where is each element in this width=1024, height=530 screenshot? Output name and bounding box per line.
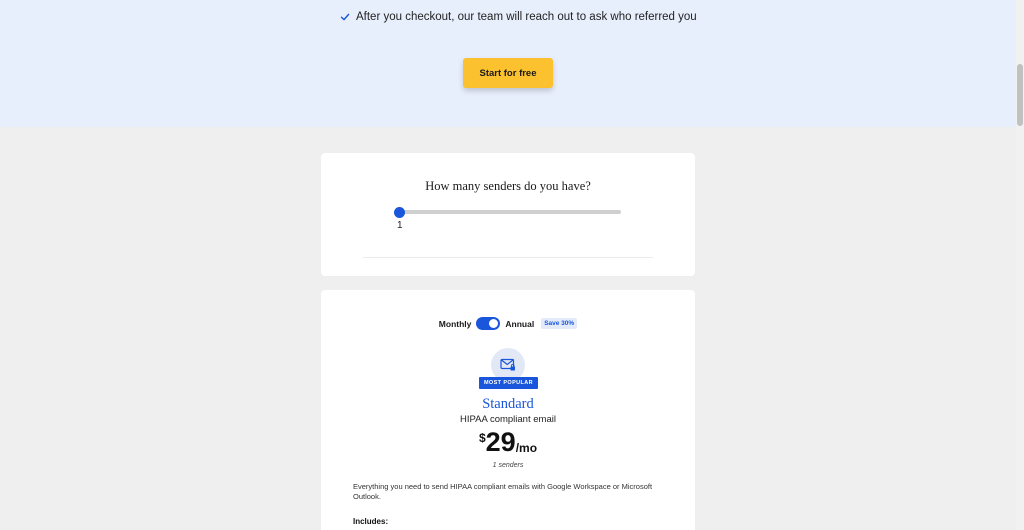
billing-toggle[interactable] — [476, 317, 501, 330]
senders-question: How many senders do you have? — [425, 179, 591, 193]
page-scrollbar[interactable] — [1016, 0, 1024, 530]
price-note: 1 senders — [492, 462, 524, 469]
hero-section: After you checkout, our team will reach … — [0, 0, 1016, 127]
referral-note: After you checkout, our team will reach … — [340, 11, 697, 23]
senders-card: How many senders do you have? 1 — [321, 153, 695, 276]
card-divider — [363, 257, 653, 258]
plan-name: Standard — [482, 396, 534, 412]
price-period: /mo — [515, 441, 538, 455]
referral-note-text: After you checkout, our team will reach … — [356, 11, 697, 23]
billing-monthly-label[interactable]: Monthly — [439, 319, 472, 329]
senders-slider-handle[interactable] — [394, 207, 405, 218]
pricing-card: Monthly Annual Save 30% MOST POPULAR Sta… — [321, 290, 695, 530]
billing-period-switch: Monthly Annual Save 30% — [321, 317, 695, 330]
start-for-free-button[interactable]: Start for free — [463, 58, 553, 88]
checkmark-icon — [340, 13, 350, 21]
senders-slider-track[interactable] — [401, 210, 621, 214]
plan-subtitle: HIPAA compliant email — [460, 414, 556, 425]
price-currency: $ — [478, 431, 486, 445]
scrollbar-thumb[interactable] — [1017, 64, 1023, 126]
envelope-lock-icon — [500, 358, 515, 371]
senders-slider-value: 1 — [397, 220, 403, 231]
plan-price: $ 29 /mo — [321, 427, 695, 457]
most-popular-badge: MOST POPULAR — [479, 377, 538, 389]
billing-annual-label[interactable]: Annual — [505, 319, 534, 329]
plan-description: Everything you need to send HIPAA compli… — [353, 482, 653, 501]
save-badge: Save 30% — [541, 318, 578, 329]
includes-heading: Includes: — [353, 517, 389, 526]
price-amount: 29 — [485, 427, 516, 457]
billing-toggle-knob — [489, 319, 499, 328]
